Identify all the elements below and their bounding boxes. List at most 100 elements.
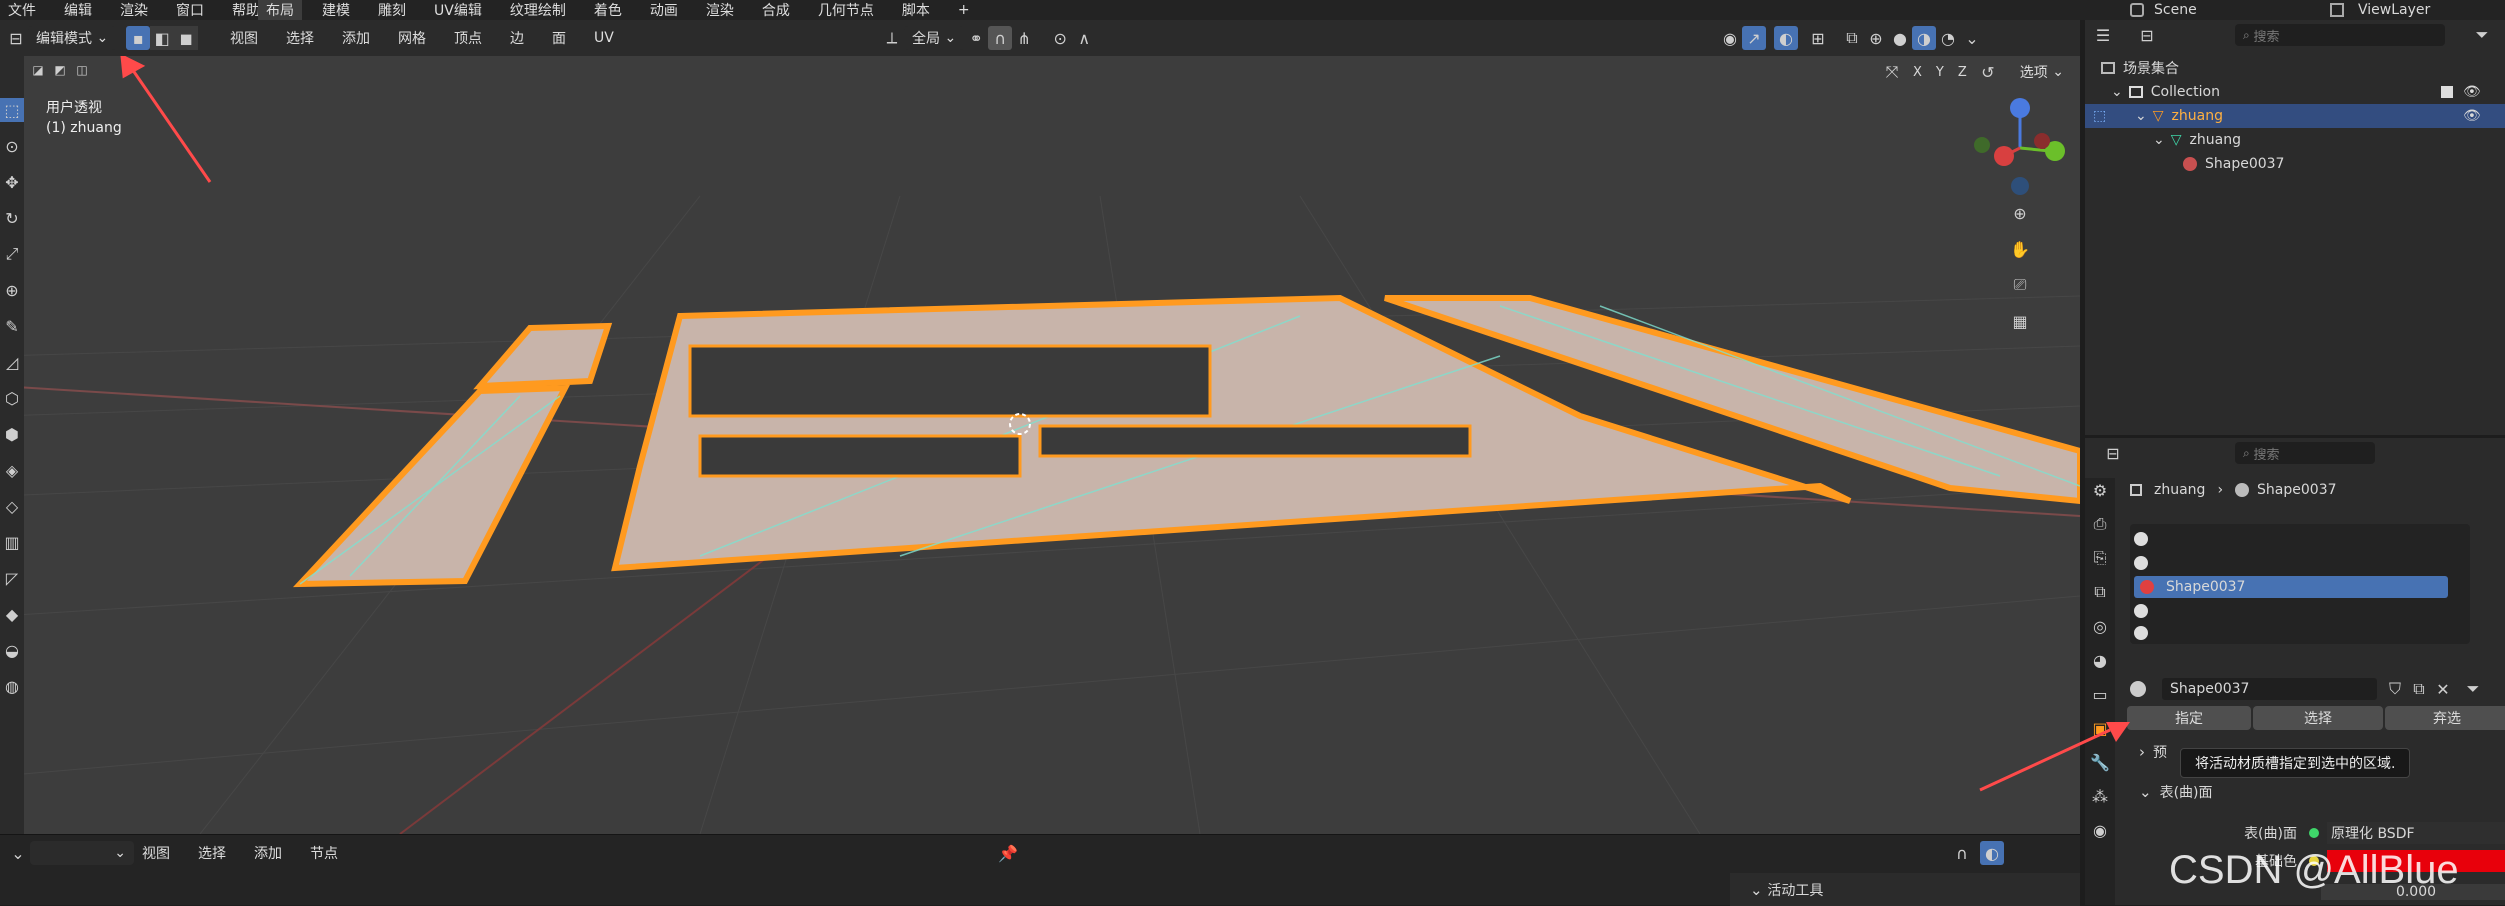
tab-sculpting[interactable]: 雕刻 bbox=[378, 0, 406, 20]
editor-type-icon[interactable]: ⊟ bbox=[4, 26, 28, 50]
display-mode-icon[interactable]: ⊟ bbox=[2135, 23, 2159, 47]
filter-icon[interactable]: ⏷ bbox=[2461, 677, 2485, 701]
tab-geometry-nodes[interactable]: 几何节点 bbox=[818, 0, 874, 20]
tree-object-zhuang[interactable]: ⬚ ⌄ ▽ zhuang 👁 bbox=[2085, 104, 2505, 128]
cursor-tool-icon[interactable]: ⊙ bbox=[0, 134, 24, 158]
menu-mesh[interactable]: 网格 bbox=[398, 28, 426, 48]
solid-shading-icon[interactable]: ● bbox=[1888, 26, 1912, 50]
tree-scene-collection[interactable]: 场景集合 bbox=[2101, 56, 2179, 80]
tab-rendering[interactable]: 渲染 bbox=[706, 0, 734, 20]
mirror-icon[interactable]: ⤧ bbox=[1880, 60, 1904, 84]
select-extend-icon[interactable]: ◪ bbox=[28, 60, 48, 80]
material-slot[interactable] bbox=[2134, 624, 2454, 642]
tree-material[interactable]: Shape0037 bbox=[2183, 152, 2284, 176]
select-button[interactable]: 选择 bbox=[2253, 706, 2383, 730]
pin-icon[interactable]: 📌 bbox=[996, 841, 1020, 865]
material-slot[interactable] bbox=[2134, 600, 2454, 622]
material-slot[interactable] bbox=[2134, 552, 2454, 574]
tab-modeling[interactable]: 建模 bbox=[322, 0, 350, 20]
eye-icon[interactable]: 👁 bbox=[2463, 108, 2481, 124]
properties-search[interactable]: ⌕ 搜索 bbox=[2235, 442, 2375, 464]
add-cube-tool-icon[interactable]: ⬡ bbox=[0, 386, 24, 410]
view-layer-name[interactable]: ViewLayer bbox=[2358, 2, 2430, 18]
mesh-edit-overlay-icon[interactable]: ⊞ bbox=[1806, 26, 1830, 50]
node-snap-icon[interactable]: ∩ bbox=[1950, 841, 1974, 865]
overlay-toggle-icon[interactable]: ◐ bbox=[1774, 26, 1798, 50]
tab-uv-editing[interactable]: UV编辑 bbox=[434, 0, 482, 20]
menu-edit[interactable]: 编辑 bbox=[64, 0, 92, 20]
select-box-tool-icon[interactable]: ⬚ bbox=[0, 98, 24, 122]
unlink-material-icon[interactable]: ✕ bbox=[2431, 677, 2455, 701]
material-name-field[interactable]: Shape0037 bbox=[2162, 678, 2377, 700]
xray-toggle-icon[interactable]: ⧉ bbox=[1840, 26, 1864, 50]
shading-options-icon[interactable]: ⌄ bbox=[1960, 26, 1984, 50]
menu-add[interactable]: 添加 bbox=[342, 28, 370, 48]
physics-tab-icon[interactable]: ◉ bbox=[2088, 818, 2112, 842]
menu-select[interactable]: 选择 bbox=[286, 28, 314, 48]
menu-render[interactable]: 渲染 bbox=[120, 0, 148, 20]
duplicate-material-icon[interactable]: ⧉ bbox=[2407, 677, 2431, 701]
scale-tool-icon[interactable]: ⤢ bbox=[0, 242, 24, 266]
smooth-tool-icon[interactable]: ◍ bbox=[0, 674, 24, 698]
tab-shading[interactable]: 着色 bbox=[594, 0, 622, 20]
tab-animation[interactable]: 动画 bbox=[650, 0, 678, 20]
editor-type-arrow-icon[interactable]: ⌄ bbox=[6, 841, 30, 865]
eye-icon[interactable]: 👁 bbox=[2463, 84, 2481, 100]
menu-view[interactable]: 视图 bbox=[230, 28, 258, 48]
material-slot-active[interactable]: Shape0037 bbox=[2134, 576, 2448, 598]
edge-select-icon[interactable]: ◧ bbox=[150, 26, 175, 50]
tree-mesh-data[interactable]: ⌄ ▽ zhuang bbox=[2153, 128, 2241, 152]
add-workspace-button[interactable]: + bbox=[958, 2, 970, 18]
tree-collection[interactable]: ⌄ Collection 👁 bbox=[2111, 80, 2505, 104]
move-tool-icon[interactable]: ✥ bbox=[0, 170, 24, 194]
3d-viewport[interactable]: Z Y X ⊕ ✋ ⎚ ▦ 用户透视 (1) zhuang ■ ◪ ◩ ◫ ⤧ … bbox=[0, 56, 2080, 834]
active-tool-panel[interactable]: 活动工具 bbox=[1767, 880, 1823, 900]
transform-orientation-dropdown[interactable]: 全局 ⌄ bbox=[904, 26, 965, 50]
node-menu-node[interactable]: 节点 bbox=[310, 843, 338, 863]
scene-tab-icon[interactable]: ◎ bbox=[2088, 614, 2112, 638]
wireframe-shading-icon[interactable]: ⊕ bbox=[1864, 26, 1888, 50]
tab-compositing[interactable]: 合成 bbox=[762, 0, 790, 20]
camera-icon[interactable]: ⎚ bbox=[2008, 273, 2032, 297]
scene-name[interactable]: Scene bbox=[2154, 2, 2197, 18]
properties-type-icon[interactable]: ⊟ bbox=[2101, 441, 2125, 465]
rotate-tool-icon[interactable]: ↻ bbox=[0, 206, 24, 230]
editor-dropdown[interactable]: ⌄ bbox=[30, 841, 134, 865]
pivot-point-icon[interactable]: ⚭ bbox=[964, 26, 988, 50]
measure-tool-icon[interactable]: ◿ bbox=[0, 350, 24, 374]
world-tab-icon[interactable]: ◕ bbox=[2088, 648, 2112, 672]
rendered-shading-icon[interactable]: ◔ bbox=[1936, 26, 1960, 50]
mode-selector[interactable]: 编辑模式 ⌄ bbox=[28, 26, 117, 50]
node-menu-view[interactable]: 视图 bbox=[142, 843, 170, 863]
surface-shader-field[interactable]: 原理化 BSDF bbox=[2327, 822, 2505, 844]
menu-help[interactable]: 帮助 bbox=[232, 0, 260, 20]
mirror-x[interactable]: X bbox=[1908, 65, 1927, 80]
inset-tool-icon[interactable]: ◈ bbox=[0, 458, 24, 482]
spin-tool-icon[interactable]: ◒ bbox=[0, 638, 24, 662]
material-slot-list[interactable]: Shape0037 bbox=[2130, 524, 2470, 644]
perspective-grid-icon[interactable]: ▦ bbox=[2008, 309, 2032, 333]
fake-user-icon[interactable]: ⛉ bbox=[2383, 677, 2407, 701]
menu-uv[interactable]: UV bbox=[594, 30, 614, 46]
falloff-icon[interactable]: ∧ bbox=[1072, 26, 1096, 50]
material-shading-icon[interactable]: ◑ bbox=[1912, 26, 1936, 50]
mirror-z[interactable]: Z bbox=[1953, 65, 1972, 80]
snap-target-icon[interactable]: ⋔ bbox=[1012, 26, 1036, 50]
node-overlay-icon[interactable]: ◐ bbox=[1980, 841, 2004, 865]
tab-scripting[interactable]: 脚本 bbox=[902, 0, 930, 20]
deselect-button[interactable]: 弃选 bbox=[2385, 706, 2505, 730]
select-invert-icon[interactable]: ◫ bbox=[72, 60, 92, 80]
gizmo-toggle-icon[interactable]: ↗ bbox=[1742, 26, 1766, 50]
node-menu-add[interactable]: 添加 bbox=[254, 843, 282, 863]
face-select-icon[interactable]: ◼ bbox=[174, 26, 199, 50]
material-browse-icon[interactable] bbox=[2130, 681, 2146, 697]
menu-face[interactable]: 面 bbox=[552, 28, 566, 48]
extrude-tool-icon[interactable]: ⬢ bbox=[0, 422, 24, 446]
tool-tab-icon[interactable]: ⚙ bbox=[2088, 478, 2112, 502]
snap-icon[interactable]: ∩ bbox=[988, 26, 1013, 50]
filter-icon[interactable]: ⏷ bbox=[2470, 23, 2494, 47]
output-tab-icon[interactable]: ⎘ bbox=[2088, 546, 2112, 570]
menu-file[interactable]: 文件 bbox=[8, 0, 36, 20]
tab-layout[interactable]: 布局 bbox=[258, 0, 302, 20]
mesh-piece-small[interactable] bbox=[473, 322, 613, 390]
